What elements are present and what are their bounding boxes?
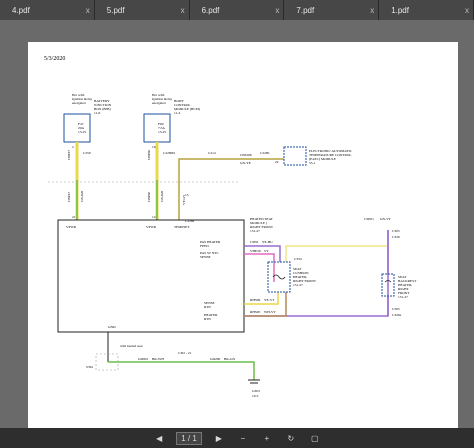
hot-label-1: Hot with Ignition Relay energized — [72, 93, 92, 105]
wire-label: CBP60 — [147, 192, 151, 202]
connector-label: C250 — [83, 151, 91, 155]
connector-label: C214 — [208, 151, 216, 155]
pin-label: 22 — [275, 160, 279, 164]
pin-tempset: TEMPSET — [174, 225, 190, 229]
pin-label: 16 — [152, 145, 156, 149]
pin-gnd: GND — [108, 325, 116, 329]
fuse-box-bjb — [63, 113, 91, 143]
ground-ref: 10-5 — [252, 394, 259, 398]
pin-heater-rtn: HEATER RTN — [204, 313, 218, 321]
ground-label: G303 — [252, 389, 260, 393]
wire-label: GN-RD — [160, 190, 164, 202]
wire-label: CBP60 — [147, 150, 151, 160]
rotate-icon[interactable]: ↻ — [284, 431, 298, 445]
backrest-label: SEAT BACKREST HEATER, RIGHT FRONT 151-27 — [398, 275, 417, 299]
wire-pink — [244, 253, 275, 282]
wire-label: GN-YE — [240, 161, 251, 165]
wire-label: CSE6 — [250, 240, 258, 244]
wiring-diagram: 5/3/2020 Hot with Ignition Relay energized… — [44, 56, 417, 398]
fuse-label-2: F60 7.5A 13-25 — [158, 122, 166, 134]
page-indicator[interactable]: 1 / 1 — [176, 431, 202, 445]
document-viewer[interactable]: 5/3/2020 Hot with Ignition Relay energized… — [0, 20, 474, 428]
wire-label: CE6208 — [240, 153, 252, 157]
cushion-label: SEAT CUSHION HEATER, RIGHT FRONT 151-27 — [293, 267, 317, 287]
pin-pas-feed: PAS HEATER FEED — [200, 240, 221, 248]
page-separator: / — [187, 433, 191, 443]
tab-5-pdf[interactable]: 5.pdf x — [94, 0, 190, 20]
fit-page-icon[interactable]: ▢ — [308, 431, 322, 445]
tab-6-pdf[interactable]: 6.pdf x — [189, 0, 285, 20]
close-icon[interactable]: x — [465, 6, 469, 15]
wire-label: GN-RD — [80, 190, 84, 202]
wire-ground-green — [108, 361, 255, 380]
zoom-in-icon[interactable]: + — [260, 431, 274, 445]
prev-page-icon[interactable]: ◀ — [152, 431, 166, 445]
bcm-label: BODY CONTROL MODULE (BCM) 11-4 — [174, 99, 201, 115]
eatc-label: ELECTRONIC AUTOMATIC TEMPERATURE CONTROL(… — [309, 149, 353, 165]
connector-label: C3I2 - 21 — [178, 351, 192, 355]
connector-label: S361 — [86, 365, 93, 369]
with-heated-label: with heated seat — [120, 344, 143, 348]
wire-label: GN-VT — [380, 217, 392, 221]
wire-label: GD200 — [210, 357, 221, 361]
tab-label: 6.pdf — [201, 5, 220, 15]
tab-1-pdf[interactable]: 1.pdf x — [379, 0, 474, 20]
hot-label-2: Hot with Ignition Relay energized — [152, 93, 172, 105]
tab-7-pdf[interactable]: 7.pdf x — [284, 0, 380, 20]
page-total: 1 — [192, 433, 197, 443]
wire-label: BK-GN — [224, 357, 236, 361]
next-page-icon[interactable]: ▶ — [212, 431, 226, 445]
fuse-box-bcm — [143, 113, 171, 143]
pin-vpwr-2: VPWR — [146, 225, 157, 229]
pdf-page: 5/3/2020 Hot with Ignition Relay energized… — [28, 42, 458, 428]
tab-4-pdf[interactable]: 4.pdf x — [0, 0, 95, 20]
zoom-out-icon[interactable]: − — [236, 431, 250, 445]
connector-label: C228b — [260, 151, 270, 155]
wire-label: VHE26 — [250, 249, 261, 253]
heater-element-icon — [272, 274, 286, 280]
wire-label: RHS09 — [250, 298, 261, 302]
eatc-box — [283, 146, 307, 166]
pin-label: 21 — [72, 215, 76, 219]
pin-label: 2 — [72, 145, 74, 149]
connector-label: C334 — [294, 257, 302, 261]
connector-label: C326a — [392, 313, 402, 317]
seat-module-label: HEATED SEAT MODULE (RIGHT FRONT 151-27 — [250, 217, 274, 233]
wire-tempset — [178, 158, 284, 220]
wire-label: CBP47 — [67, 192, 71, 202]
wire-label: GD901 — [138, 357, 149, 361]
date-label: 5/3/2020 — [44, 56, 65, 62]
close-icon[interactable]: x — [86, 6, 90, 15]
connector-label: C326 — [392, 235, 400, 239]
tab-bar: 4.pdf x 5.pdf x 6.pdf x 7.pdf x 1.pdf x — [0, 0, 474, 20]
wire-label: WH-VT — [264, 310, 277, 314]
wire-label: RHS05 — [250, 310, 261, 314]
fuse-label-1: F47 20A 13-25 — [78, 122, 86, 134]
page-current: 1 — [181, 433, 186, 443]
pdf-toolbar: ◀ 1 / 1 ▶ − + ↻ ▢ — [0, 428, 474, 448]
tab-label: 7.pdf — [296, 5, 315, 15]
wire-label: CBP47 — [67, 150, 71, 160]
bjb-label: BATTERY JUNCTION BOX (BJB) 11-6 — [94, 99, 112, 115]
wire-label: CSE01 — [364, 217, 374, 221]
connector-label: C2280D — [163, 151, 175, 155]
tab-label: 1.pdf — [391, 5, 409, 15]
wire-label: YE-BU — [262, 240, 273, 244]
wire-label: BK-WH — [152, 357, 164, 361]
pin-label: 12 — [152, 215, 156, 219]
close-icon[interactable]: x — [181, 6, 185, 15]
connector-label: C305 — [392, 307, 400, 311]
wire-label: YE-VT — [264, 298, 275, 302]
pin-sense-rtn: SENSE RTN — [204, 301, 215, 309]
close-icon[interactable]: x — [370, 6, 374, 15]
pin-vpwr-1: VPWR — [66, 225, 77, 229]
close-icon[interactable]: x — [275, 6, 279, 15]
wire-label: VT-GY — [182, 194, 186, 205]
tab-label: 5.pdf — [106, 5, 125, 15]
pin-pas-ntc: PAS ST NTC SENSE — [200, 251, 220, 259]
connector-label: C305 — [392, 229, 400, 233]
tab-label: 4.pdf — [12, 5, 30, 15]
wire-label: VT — [264, 249, 270, 253]
